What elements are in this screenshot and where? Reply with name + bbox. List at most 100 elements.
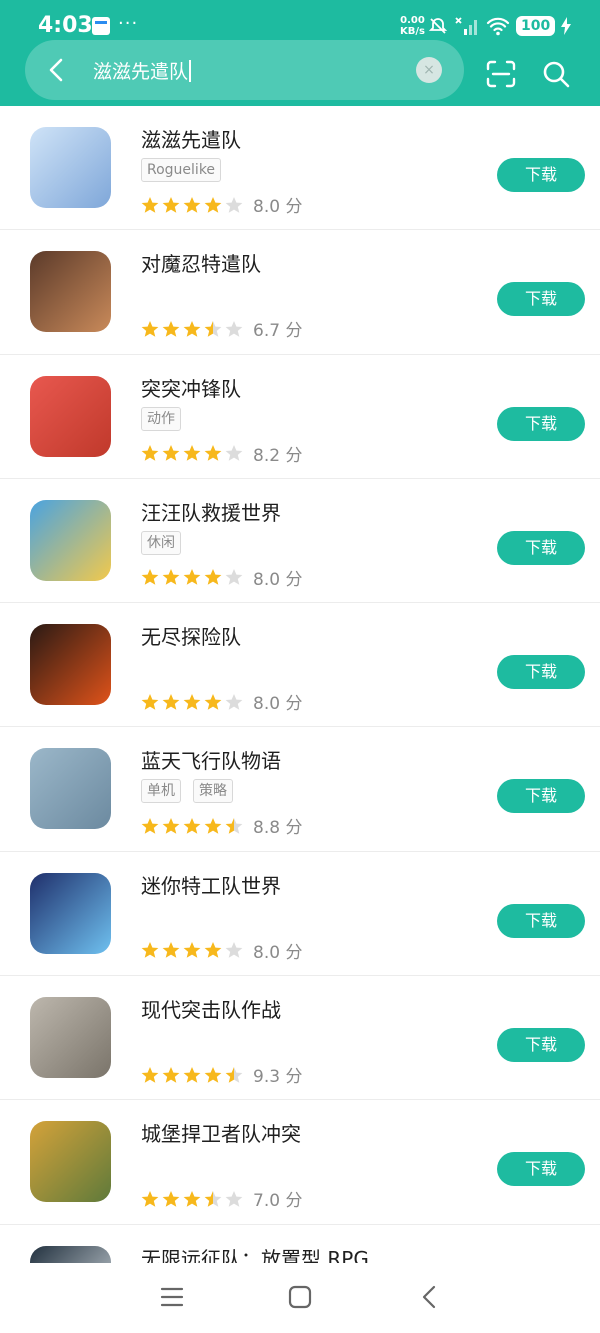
star-full-icon xyxy=(183,445,201,461)
list-item[interactable]: 现代突击队作战 9.3 分 下载 xyxy=(0,976,600,1101)
star-full-icon xyxy=(204,1066,222,1083)
scan-icon[interactable] xyxy=(486,60,516,88)
tag-list: 休闲 xyxy=(141,530,181,555)
rating-score: 8.8 分 xyxy=(253,818,303,839)
net-speed-value: 0.00 xyxy=(400,15,425,26)
app-icon[interactable] xyxy=(30,1121,111,1203)
search-query: 滋滋先遣队 xyxy=(93,61,189,83)
star-full-icon xyxy=(141,693,159,710)
text-cursor xyxy=(189,60,192,82)
list-item[interactable]: 无尽探险队 8.0 分 下载 xyxy=(0,603,600,728)
star-full-icon xyxy=(204,569,222,586)
star-empty-icon xyxy=(225,1190,243,1207)
list-item[interactable]: 对魔忍特遣队 6.7 分 下载 xyxy=(0,230,600,355)
download-button[interactable]: 下载 xyxy=(497,158,585,192)
app-icon[interactable] xyxy=(30,872,111,954)
download-button[interactable]: 下载 xyxy=(497,1028,585,1063)
rating-score: 7.0 分 xyxy=(253,1191,303,1212)
star-half-icon xyxy=(225,817,243,834)
star-empty-icon xyxy=(225,445,243,461)
tag-list: 动作 xyxy=(141,406,181,431)
more-notifications-icon: ··· xyxy=(118,13,139,34)
star-rating xyxy=(141,817,243,835)
star-full-icon xyxy=(162,817,180,834)
star-rating xyxy=(141,1190,243,1208)
star-full-icon xyxy=(141,569,159,586)
star-full-icon xyxy=(162,1190,180,1207)
list-item[interactable]: 城堡捍卫者队冲突 7.0 分 下载 xyxy=(0,1100,600,1225)
mute-icon xyxy=(428,18,448,34)
star-full-icon xyxy=(141,1190,159,1207)
signal-icon xyxy=(455,17,477,35)
star-full-icon xyxy=(141,445,159,461)
star-empty-icon xyxy=(225,569,243,586)
star-empty-icon xyxy=(225,942,243,959)
app-icon[interactable] xyxy=(30,251,111,333)
app-title: 无限远征队：放置型 RPG xyxy=(141,1246,369,1263)
download-button[interactable]: 下载 xyxy=(497,655,585,690)
star-rating xyxy=(141,444,243,462)
download-button[interactable]: 下载 xyxy=(497,1152,585,1187)
star-full-icon xyxy=(183,1066,201,1083)
app-title: 滋滋先遣队 xyxy=(141,128,241,152)
rating-score: 8.0 分 xyxy=(253,197,303,217)
rating-score: 8.0 分 xyxy=(253,569,303,590)
charging-icon xyxy=(561,17,572,35)
search-bar[interactable]: 滋滋先遣队 × xyxy=(25,40,464,100)
app-icon[interactable] xyxy=(30,127,111,208)
download-button[interactable]: 下载 xyxy=(497,530,585,565)
list-item[interactable]: 迷你特工队世界 8.0 分 下载 xyxy=(0,852,600,977)
list-item[interactable]: 突突冲锋队 动作 8.2 分 下载 xyxy=(0,355,600,479)
star-full-icon xyxy=(183,817,201,834)
rating: 8.0 分 xyxy=(141,565,302,590)
rating-score: 8.2 分 xyxy=(253,445,303,466)
star-half-icon xyxy=(204,1190,222,1207)
app-title: 蓝天飞行队物语 xyxy=(141,749,281,774)
list-item[interactable]: 滋滋先遣队 Roguelike 8.0 分 下载 xyxy=(0,106,600,231)
search-icon[interactable] xyxy=(542,60,570,88)
category-tag: Roguelike xyxy=(141,158,222,182)
home-icon[interactable] xyxy=(288,1285,312,1309)
app-icon[interactable] xyxy=(30,748,111,830)
clear-icon[interactable]: × xyxy=(416,57,442,83)
download-button[interactable]: 下载 xyxy=(497,282,585,317)
rating: 8.0 分 xyxy=(141,938,302,963)
star-full-icon xyxy=(183,693,201,710)
star-rating xyxy=(141,693,243,711)
app-icon[interactable] xyxy=(30,624,111,706)
app-icon[interactable] xyxy=(30,997,111,1079)
rating: 8.0 分 xyxy=(141,689,302,714)
nav-back-icon[interactable] xyxy=(418,1285,442,1309)
recent-apps-icon[interactable] xyxy=(160,1285,184,1309)
category-tag: 策略 xyxy=(193,779,233,804)
app-icon[interactable] xyxy=(30,375,111,457)
net-speed-unit: KB/s xyxy=(400,26,425,37)
app-title: 无尽探险队 xyxy=(141,625,241,650)
category-tag: 休闲 xyxy=(141,530,181,555)
app-title: 汪汪队救援世界 xyxy=(141,500,281,525)
star-full-icon xyxy=(204,942,222,959)
list-item[interactable]: 汪汪队救援世界 休闲 8.0 分 下载 xyxy=(0,479,600,604)
list-item[interactable]: 无限远征队：放置型 RPG下载 xyxy=(0,1225,600,1263)
star-full-icon xyxy=(141,196,159,213)
list-item[interactable]: 蓝天飞行队物语 单机 策略 8.8 分 下载 xyxy=(0,727,600,852)
rating: 8.8 分 xyxy=(141,813,302,838)
app-title: 对魔忍特遣队 xyxy=(141,252,261,277)
star-half-icon xyxy=(225,1066,243,1083)
download-button[interactable]: 下载 xyxy=(497,903,585,938)
star-full-icon xyxy=(204,196,222,213)
rating: 8.2 分 xyxy=(141,441,302,466)
star-full-icon xyxy=(183,196,201,213)
download-button[interactable]: 下载 xyxy=(497,406,585,441)
star-rating xyxy=(141,196,243,214)
app-icon[interactable] xyxy=(30,499,111,581)
back-arrow-icon[interactable] xyxy=(43,56,71,84)
search-input[interactable]: 滋滋先遣队 xyxy=(93,57,192,84)
star-full-icon xyxy=(204,817,222,834)
download-button[interactable]: 下载 xyxy=(497,779,585,814)
app-header: 4:03 ··· 0.00 KB/s 100 滋滋先遣队 × xyxy=(0,0,600,106)
search-results-list[interactable]: 滋滋先遣队 Roguelike 8.0 分下载 对魔忍特遣队 6.7 分下载 突突冲锋队动… xyxy=(0,106,600,1263)
app-icon[interactable] xyxy=(30,1245,111,1263)
star-rating xyxy=(141,568,243,586)
tag-list: 单机 策略 xyxy=(141,779,233,804)
